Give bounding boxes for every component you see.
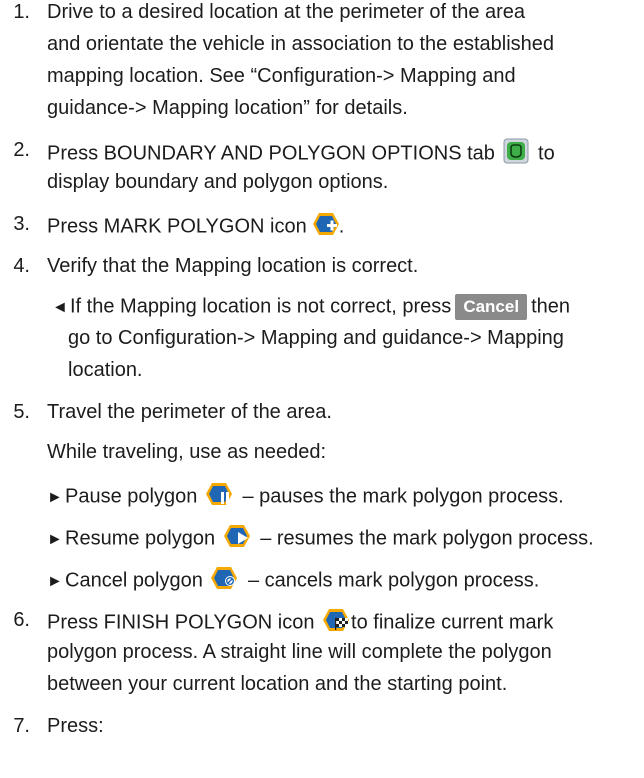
- step-5-intro: While traveling, use as needed:: [47, 441, 327, 463]
- step-5-text: Travel the perimeter of the area.: [47, 401, 332, 423]
- step-2-number: 2.: [13, 139, 30, 161]
- cancel-polygon-icon: [211, 566, 239, 596]
- right-triangle-bullet: ►: [47, 573, 63, 591]
- resume-polygon-desc: – resumes the mark polygon process.: [260, 527, 594, 550]
- step-4-sub-text: If the Mapping location is not correct, …: [70, 295, 452, 318]
- step-7-text: Press:: [47, 715, 104, 737]
- step-1-line-3: mapping location. See “Configuration-> M…: [47, 65, 516, 87]
- mark-polygon-icon: [312, 212, 339, 242]
- step-1-line-2: and orientate the vehicle in association…: [47, 33, 555, 55]
- step-6-text: Press FINISH POLYGON icon: [47, 611, 315, 634]
- step-4-number: 4.: [13, 255, 30, 277]
- pause-polygon-label: Pause polygon: [65, 485, 198, 508]
- instruction-page: 1. Drive to a desired location at the pe…: [0, 0, 644, 778]
- right-triangle-bullet: ►: [47, 489, 63, 507]
- step-6-number: 6.: [13, 609, 30, 631]
- step-1-line-4: guidance-> Mapping location” for details…: [47, 97, 408, 119]
- cancel-polygon-desc: – cancels mark polygon process.: [248, 569, 540, 592]
- step-2-text: Press BOUNDARY AND POLYGON OPTIONS tab: [47, 142, 495, 165]
- pause-polygon-desc: – pauses the mark polygon process.: [242, 485, 564, 508]
- pause-polygon-icon: [205, 482, 234, 512]
- bullet-pause-polygon: ► Pause polygon – pauses the mark polygon…: [47, 482, 564, 512]
- step-2-line-2: display boundary and polygon options.: [47, 171, 389, 193]
- step-6-text-after: to finalize current mark: [351, 611, 554, 634]
- resume-polygon-label: Resume polygon: [65, 527, 216, 550]
- step-4-text: Verify that the Mapping location is corr…: [47, 255, 419, 277]
- step-6-line-2: polygon process. A straight line will co…: [47, 641, 552, 663]
- step-3-text: Press MARK POLYGON icon: [47, 215, 307, 238]
- step-3-line: Press MARK POLYGON icon .: [47, 212, 344, 242]
- step-4-sub-line-1: ◄ If the Mapping location is not correct,…: [52, 294, 570, 320]
- step-2-line-1: Press BOUNDARY AND POLYGON OPTIONS tab t…: [47, 138, 555, 170]
- left-triangle-bullet: ◄: [52, 299, 68, 317]
- right-triangle-bullet: ►: [47, 531, 63, 549]
- step-7-number: 7.: [13, 715, 30, 737]
- step-6-line-3: between your current location and the st…: [47, 673, 508, 695]
- finish-polygon-icon: [323, 608, 351, 638]
- step-1-line-1: Drive to a desired location at the perim…: [47, 1, 526, 23]
- cancel-polygon-label: Cancel polygon: [65, 569, 203, 592]
- step-3-number: 3.: [13, 213, 30, 235]
- step-4-sub-after: then: [531, 295, 570, 318]
- step-6-line-1: Press FINISH POLYGON icon to finalize cu…: [47, 608, 553, 638]
- step-5-number: 5.: [13, 401, 30, 423]
- step-4-sub-line-3: location.: [68, 359, 143, 381]
- bullet-resume-polygon: ► Resume polygon – resumes the mark polyg…: [47, 524, 594, 554]
- boundary-polygon-tab-icon: [503, 138, 529, 170]
- cancel-button[interactable]: Cancel: [455, 294, 528, 320]
- step-1-number: 1.: [13, 1, 30, 23]
- step-3-period: .: [338, 215, 345, 238]
- bullet-cancel-polygon: ► Cancel polygon – cancels mark polygon p…: [47, 566, 539, 596]
- step-2-text-after: to: [538, 142, 555, 165]
- step-4-sub-line-2: go to Configuration-> Mapping and guidan…: [68, 327, 564, 349]
- resume-polygon-icon: [223, 524, 252, 554]
